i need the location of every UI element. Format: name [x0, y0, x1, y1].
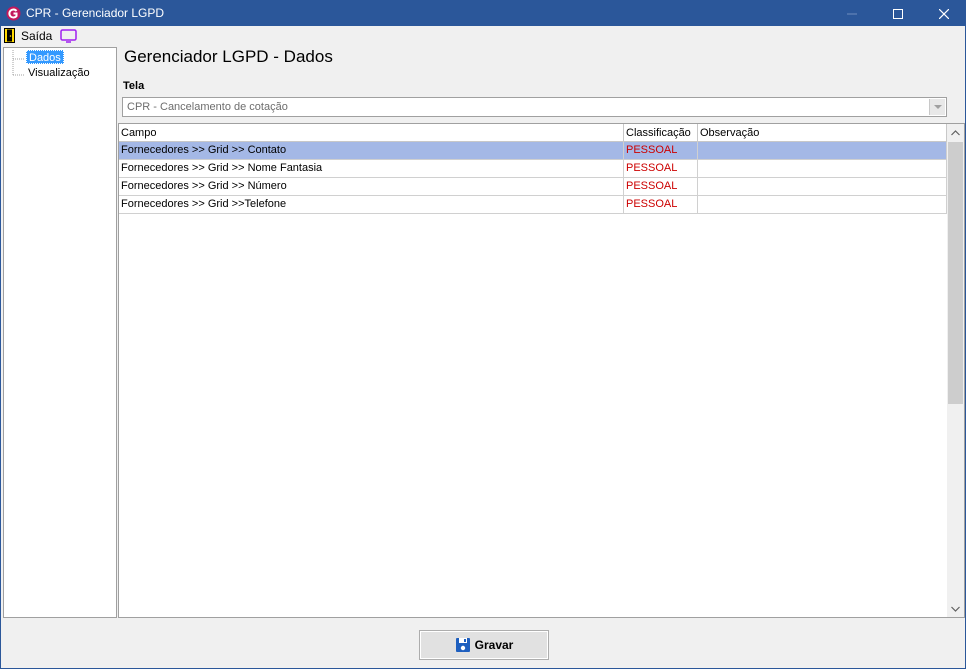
table-row[interactable]: Fornecedores >> Grid >> Contato PESSOAL — [119, 142, 947, 160]
column-header-classificacao[interactable]: Classificação — [624, 124, 698, 142]
cell-campo[interactable]: Fornecedores >> Grid >> Número — [119, 178, 624, 196]
save-button-label: Gravar — [474, 638, 514, 652]
close-icon — [939, 8, 949, 19]
scroll-up-button[interactable] — [947, 124, 964, 141]
close-button[interactable] — [921, 1, 966, 26]
app-window: CPR - Gerenciador LGPD Saída Dados Visua… — [0, 0, 966, 669]
scroll-down-button[interactable] — [947, 600, 964, 617]
cell-observacao[interactable] — [698, 142, 947, 160]
tela-select-value: CPR - Cancelamento de cotação — [127, 101, 288, 113]
monitor-icon[interactable] — [60, 29, 77, 43]
door-exit-icon[interactable] — [4, 28, 17, 43]
chevron-down-icon — [933, 104, 942, 109]
menu-bar: Saída — [1, 26, 965, 45]
column-header-campo[interactable]: Campo — [119, 124, 624, 142]
minimize-icon — [847, 13, 857, 14]
chevron-up-icon — [951, 129, 960, 135]
minimize-button[interactable] — [829, 1, 875, 26]
cell-campo[interactable]: Fornecedores >> Grid >> Nome Fantasia — [119, 160, 624, 178]
table-row[interactable]: Fornecedores >> Grid >>Telefone PESSOAL — [119, 196, 947, 214]
grid-vertical-scrollbar[interactable] — [947, 124, 964, 617]
cell-classificacao[interactable]: PESSOAL — [624, 196, 698, 214]
tela-select[interactable]: CPR - Cancelamento de cotação — [122, 97, 947, 117]
cell-classificacao[interactable]: PESSOAL — [624, 178, 698, 196]
grid-header: Campo Classificação Observação — [119, 124, 947, 142]
scroll-thumb[interactable] — [948, 142, 963, 404]
table-row[interactable]: Fornecedores >> Grid >> Número PESSOAL — [119, 178, 947, 196]
cell-classificacao[interactable]: PESSOAL — [624, 160, 698, 178]
page-title: Gerenciador LGPD - Dados — [124, 47, 333, 66]
tree-item-dados[interactable]: Dados — [26, 50, 64, 64]
chevron-down-icon — [951, 606, 960, 612]
cell-campo[interactable]: Fornecedores >> Grid >>Telefone — [119, 196, 624, 214]
window-title: CPR - Gerenciador LGPD — [26, 6, 165, 20]
tree-connector-lines — [12, 50, 24, 76]
navigation-tree[interactable]: Dados Visualização — [3, 47, 117, 618]
floppy-disk-icon — [455, 638, 470, 652]
save-button[interactable]: Gravar — [419, 630, 549, 660]
maximize-icon — [893, 8, 903, 19]
cell-classificacao[interactable]: PESSOAL — [624, 142, 698, 160]
app-logo-icon — [6, 6, 21, 21]
cell-observacao[interactable] — [698, 178, 947, 196]
fields-grid[interactable]: Campo Classificação Observação Fornecedo… — [118, 123, 965, 618]
tela-label: Tela — [123, 80, 145, 92]
title-bar[interactable]: CPR - Gerenciador LGPD — [1, 1, 965, 26]
cell-observacao[interactable] — [698, 160, 947, 178]
cell-observacao[interactable] — [698, 196, 947, 214]
menu-exit-label[interactable]: Saída — [21, 29, 52, 43]
column-header-observacao[interactable]: Observação — [698, 124, 947, 142]
maximize-button[interactable] — [875, 1, 921, 26]
tela-select-dropdown-button[interactable] — [929, 99, 945, 115]
tree-item-visualizacao[interactable]: Visualização — [26, 66, 92, 80]
table-row[interactable]: Fornecedores >> Grid >> Nome Fantasia PE… — [119, 160, 947, 178]
cell-campo[interactable]: Fornecedores >> Grid >> Contato — [119, 142, 624, 160]
